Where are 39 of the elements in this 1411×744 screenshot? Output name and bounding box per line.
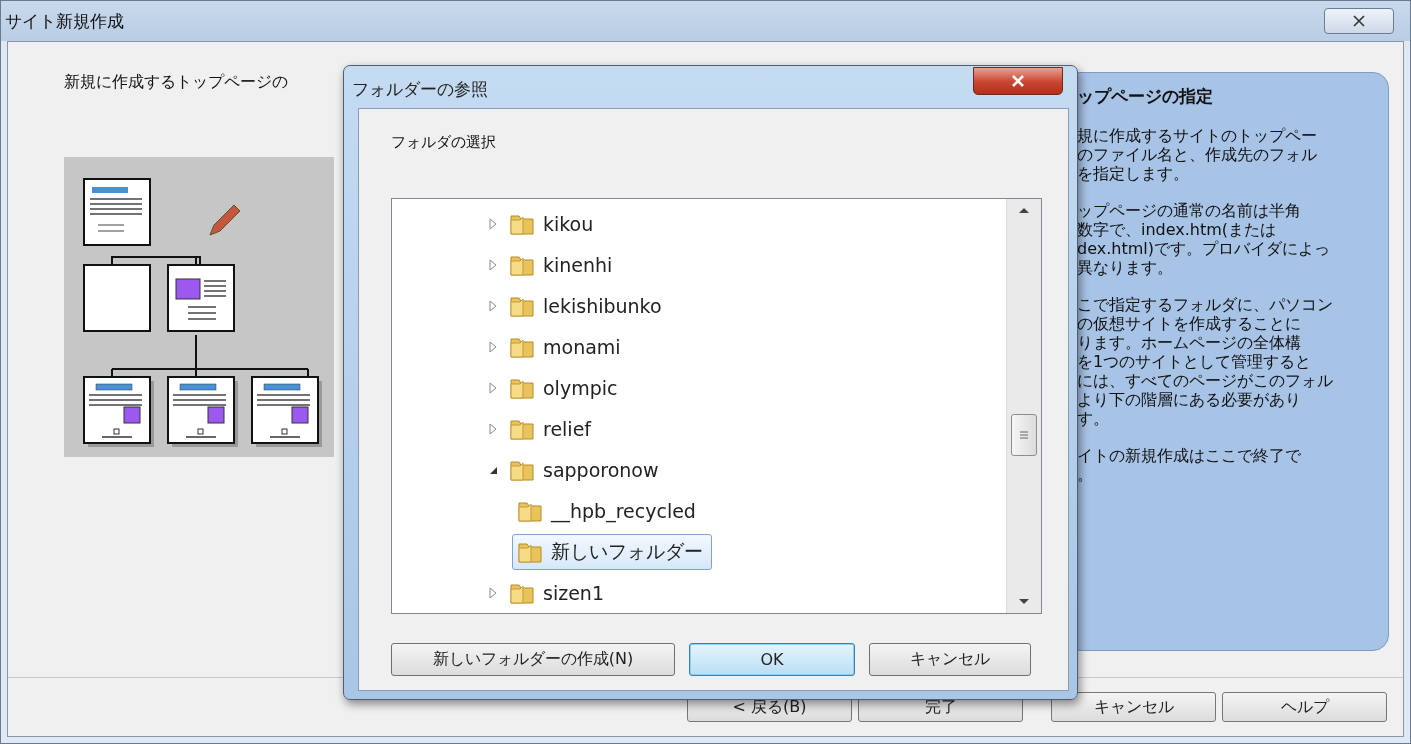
tree-item[interactable]: monami [504, 328, 630, 365]
expand-arrow-icon[interactable] [488, 340, 498, 353]
dialog-button[interactable]: 新しいフォルダーの作成(N) [391, 643, 675, 676]
help-paragraph: ップページの通常の名前は半角 数字で、index.htm(または dex.html)です。プロバイダによっ 異なります。 [1077, 201, 1331, 277]
dialog-button[interactable]: ヘルプ [1222, 692, 1387, 722]
tree-item[interactable]: lekishibunko [504, 287, 671, 324]
tree-item[interactable]: kinenhi [504, 246, 622, 283]
help-paragraph: 規に作成するサイトのトップペー のファイル名と、作成先のフォル を指定します。 [1077, 126, 1318, 183]
scrollbar[interactable] [1006, 199, 1041, 613]
help-title: ップページの指定 [1077, 85, 1214, 108]
dialog-title: フォルダーの参照 [352, 78, 488, 101]
dialog-button[interactable]: キャンセル [1051, 692, 1216, 722]
scroll-up-icon[interactable] [1018, 207, 1030, 214]
expand-arrow-icon[interactable] [488, 586, 498, 599]
scroll-thumb[interactable] [1011, 414, 1037, 456]
tree-item[interactable]: kikou [504, 205, 603, 242]
scroll-down-icon[interactable] [1018, 598, 1030, 605]
tree-item[interactable]: sapporonow [504, 451, 668, 488]
help-paragraph: こで指定するフォルダに、パソコン の仮想サイトを作成することに ります。ホームページの全体構 を1つのサイトとして管理すると には、すべてのページがこのフォル より下の階層にある必要があり す。 [1077, 295, 1334, 428]
close-icon [1353, 15, 1365, 27]
expand-arrow-icon[interactable] [488, 422, 498, 435]
tree-item[interactable]: sizen1 [504, 574, 613, 611]
close-icon [1011, 75, 1025, 87]
tree-item[interactable]: relief [504, 410, 601, 447]
expand-arrow-icon[interactable] [488, 258, 498, 271]
close-button[interactable] [973, 67, 1063, 95]
expand-arrow-icon[interactable] [488, 299, 498, 312]
expand-arrow-icon[interactable] [488, 217, 498, 230]
tree-item[interactable]: olympic [504, 369, 627, 406]
prompt-text: フォルダの選択 [391, 133, 496, 152]
grip-icon [1019, 431, 1029, 439]
window-title: サイト新規作成 [5, 9, 124, 33]
dialog-button[interactable]: OK [689, 643, 855, 676]
dialog-button[interactable]: キャンセル [869, 643, 1031, 676]
tree-item[interactable]: 新しいフォルダー [512, 533, 712, 570]
tree-item[interactable]: __hpb_recycled [512, 492, 705, 529]
expand-arrow-icon[interactable] [488, 381, 498, 394]
intro-text: 新規に作成するトップページの [64, 72, 288, 93]
help-paragraph: イトの新規作成はここで終了で 。 [1077, 446, 1302, 484]
